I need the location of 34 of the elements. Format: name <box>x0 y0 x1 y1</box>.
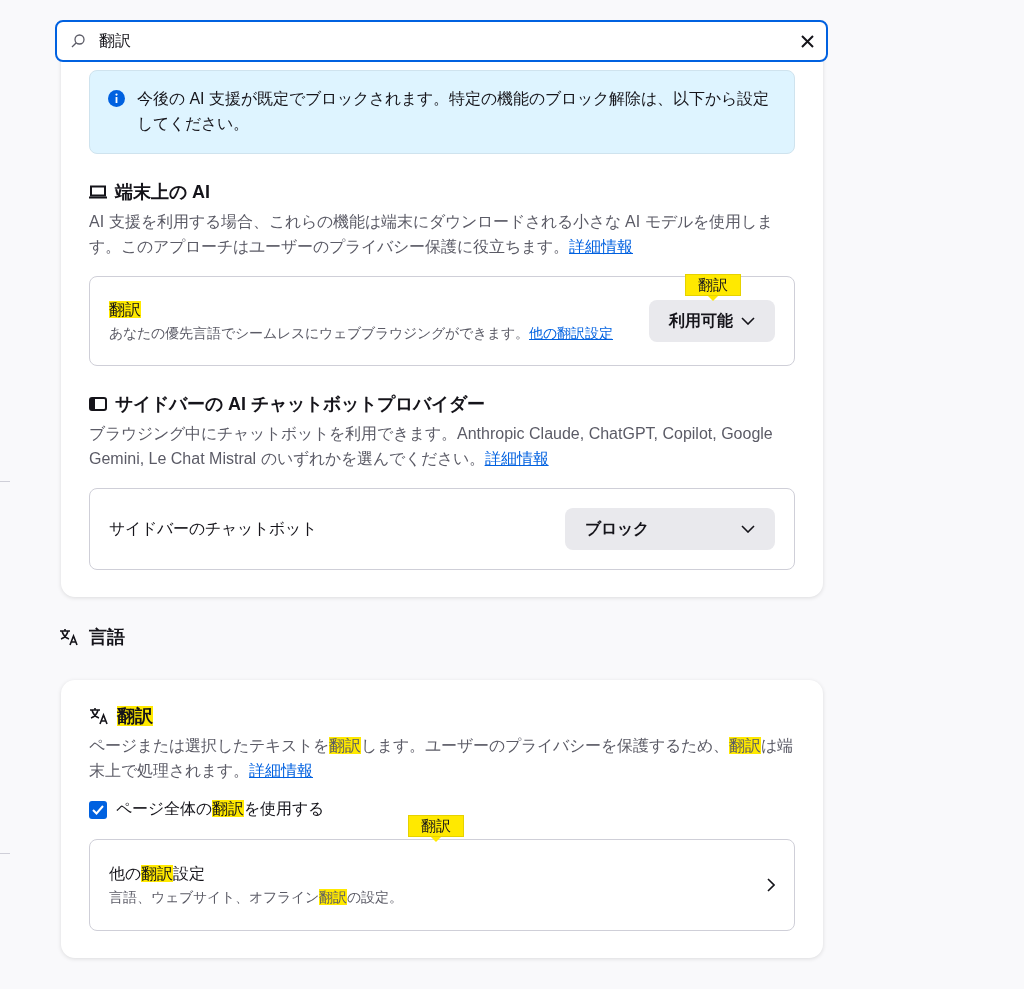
notice-text: 今後の AI 支援が既定でブロックされます。特定の機能のブロック解除は、以下から設定してください。 <box>137 89 770 134</box>
setting-label: 他の翻訳設定 <box>109 864 206 884</box>
translate-icon <box>59 628 79 646</box>
dropdown[interactable]: ブロック <box>565 508 775 550</box>
section-title: 端末上の AI <box>115 181 210 204</box>
chevron-down-icon <box>741 317 755 325</box>
chevron-down-icon <box>741 525 755 533</box>
setting-label: 翻訳 <box>109 300 142 320</box>
nav-row[interactable]: 他の翻訳設定 言語、ウェブサイト、オフライン翻訳の設定。 <box>89 839 795 931</box>
setting-description: 言語、ウェブサイト、オフライン翻訳の設定。 <box>109 888 403 907</box>
section-title: サイドバーの AI チャットボットプロバイダー <box>115 393 485 416</box>
checkbox[interactable] <box>89 800 107 819</box>
search-input[interactable]: 翻訳 <box>99 32 787 50</box>
checkbox-label: ページ全体の翻訳を使用する <box>116 799 324 819</box>
chevron-right-icon <box>767 878 775 892</box>
translate-icon <box>89 707 109 725</box>
setting-label: サイドバーのチャットボット <box>109 519 317 539</box>
setting-description: あなたの優先言語でシームレスにウェブブラウジングができます。他の翻訳設定 <box>109 324 613 343</box>
category-heading: 言語 <box>89 626 125 649</box>
learn-more-link[interactable]: 詳細情報 <box>249 762 313 779</box>
search-icon <box>71 34 85 48</box>
dropdown[interactable]: 利用可能 <box>649 300 775 342</box>
search-field[interactable]: 翻訳 <box>55 20 828 62</box>
sidebar-icon <box>89 397 107 411</box>
section-title: 翻訳 <box>117 705 153 728</box>
close-icon[interactable] <box>801 34 814 48</box>
section-description: ブラウジング中にチャットボットを利用できます。Anthropic Claude, ChatGPT, Copilot, Google Gemini, Le Chat Mistral のいずれかを選んでください。詳細情報 <box>89 424 774 469</box>
info-icon <box>108 90 125 107</box>
learn-more-link[interactable]: 詳細情報 <box>569 238 633 255</box>
laptop-icon <box>89 185 107 199</box>
learn-more-link[interactable]: 詳細情報 <box>484 450 549 467</box>
section-description: AI 支援を利用する場合、これらの機能は端末にダウンロードされる小さな AI モデルを使用します。このアプローチはユーザーのプライバシー保護に役立ちます。詳細情報 <box>89 212 774 257</box>
section-description: ページまたは選択したテキストを翻訳 します。ユーザーのプライバシーを保護するため、翻訳は端末上で処理されます。詳細情報 <box>89 736 794 781</box>
settings-link[interactable]: 他の翻訳設定 <box>529 325 613 341</box>
